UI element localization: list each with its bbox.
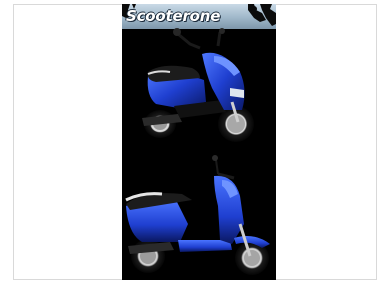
brand-banner: Scooterone: [122, 4, 276, 29]
brand-logo: Scooterone: [126, 7, 221, 25]
scooter-top-image: [142, 28, 254, 142]
scooter-bottom-image: [125, 155, 270, 275]
scooter-poster: Scooterone: [122, 4, 276, 280]
